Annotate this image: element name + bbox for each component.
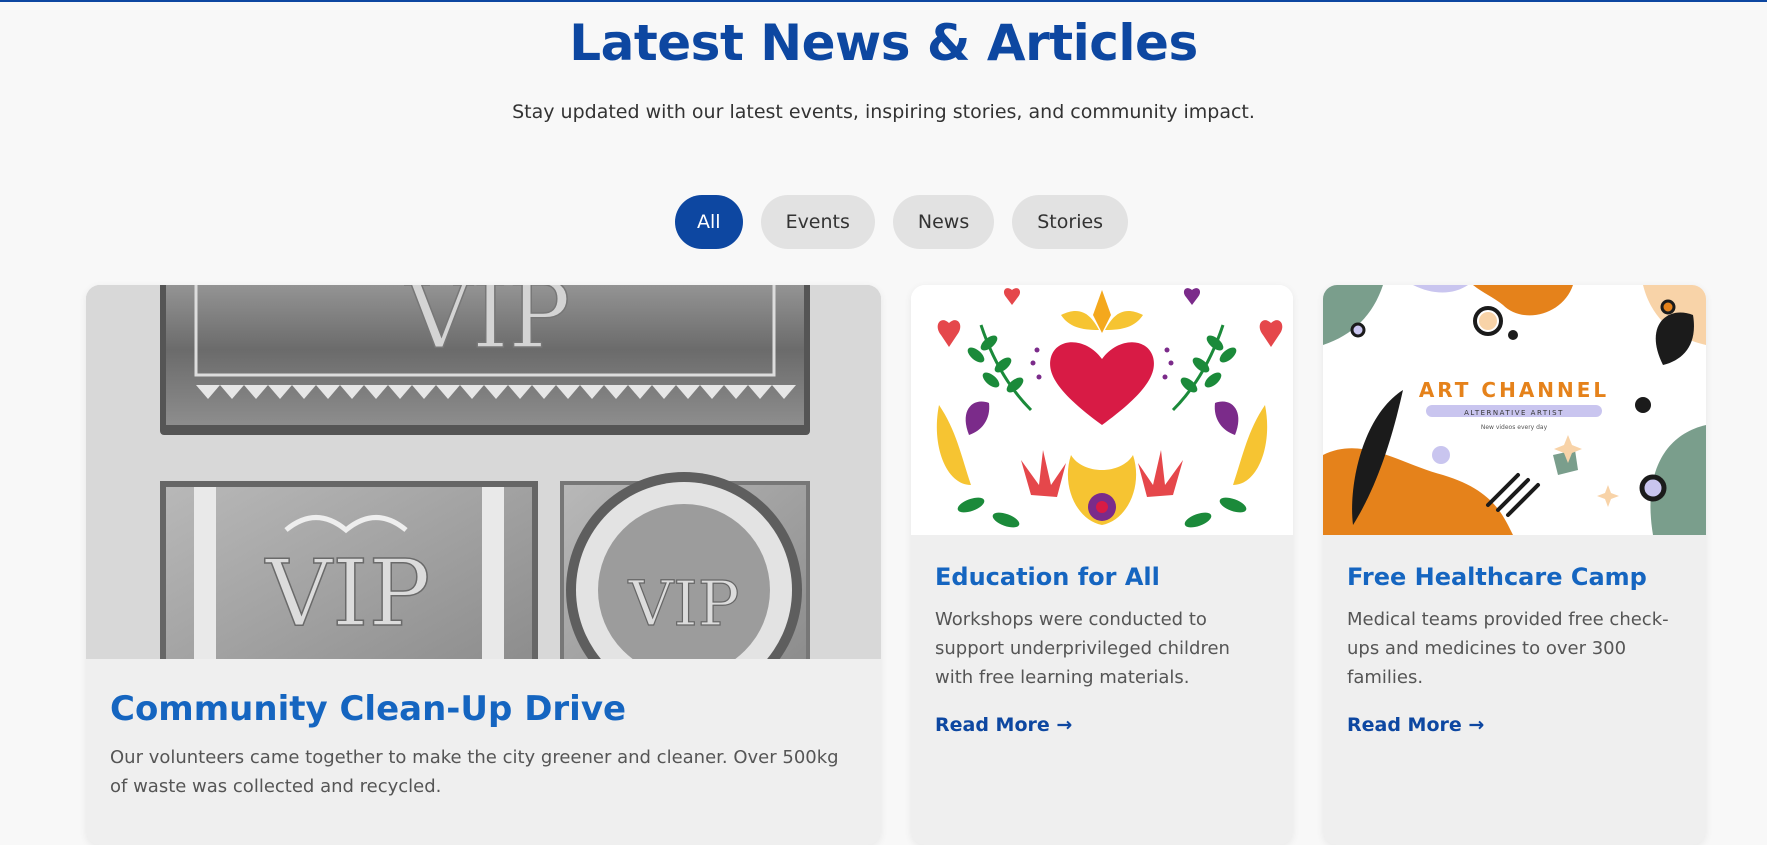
art-channel-illustration: ART CHANNEL ALTERNATIVE ARTIST New video… — [1323, 285, 1706, 535]
page-title: Latest News & Articles — [569, 14, 1198, 72]
svg-text:VIP: VIP — [265, 540, 431, 647]
article-card[interactable]: Education for All Workshops were conduct… — [911, 285, 1293, 845]
read-more-link[interactable]: Read More → — [1347, 714, 1484, 736]
article-card[interactable]: ART CHANNEL ALTERNATIVE ARTIST New video… — [1323, 285, 1706, 845]
top-border — [0, 0, 1767, 2]
filter-news-button[interactable]: News — [892, 195, 995, 249]
art-channel-small: New videos every day — [1481, 424, 1548, 431]
article-excerpt: Our volunteers came together to make the… — [110, 747, 839, 797]
art-channel-brand: ART CHANNEL — [1419, 378, 1609, 402]
article-title[interactable]: Community Clean-Up Drive — [110, 689, 857, 729]
article-excerpt: Workshops were conducted to support unde… — [935, 609, 1230, 688]
article-excerpt: Medical teams provided free check-ups an… — [1347, 609, 1669, 688]
filter-events-button[interactable]: Events — [760, 195, 875, 249]
svg-text:VIP: VIP — [628, 567, 740, 640]
article-card-featured[interactable]: VIP VIP VIP Community Clean-Up Drive Our… — [86, 285, 881, 845]
vip-image: VIP VIP VIP — [86, 285, 881, 659]
svg-text:VIP: VIP — [405, 285, 571, 369]
folk-heart-illustration — [911, 285, 1293, 535]
article-title[interactable]: Free Healthcare Camp — [1347, 563, 1682, 591]
read-more-link[interactable]: Read More → — [935, 714, 1072, 736]
page-subtitle: Stay updated with our latest events, ins… — [512, 101, 1255, 123]
filter-stories-button[interactable]: Stories — [1012, 195, 1129, 249]
filter-tabs: All Events News Stories — [675, 195, 1129, 249]
filter-all-button[interactable]: All — [675, 195, 743, 249]
article-title[interactable]: Education for All — [935, 563, 1269, 591]
art-channel-tagline: ALTERNATIVE ARTIST — [1464, 409, 1564, 417]
